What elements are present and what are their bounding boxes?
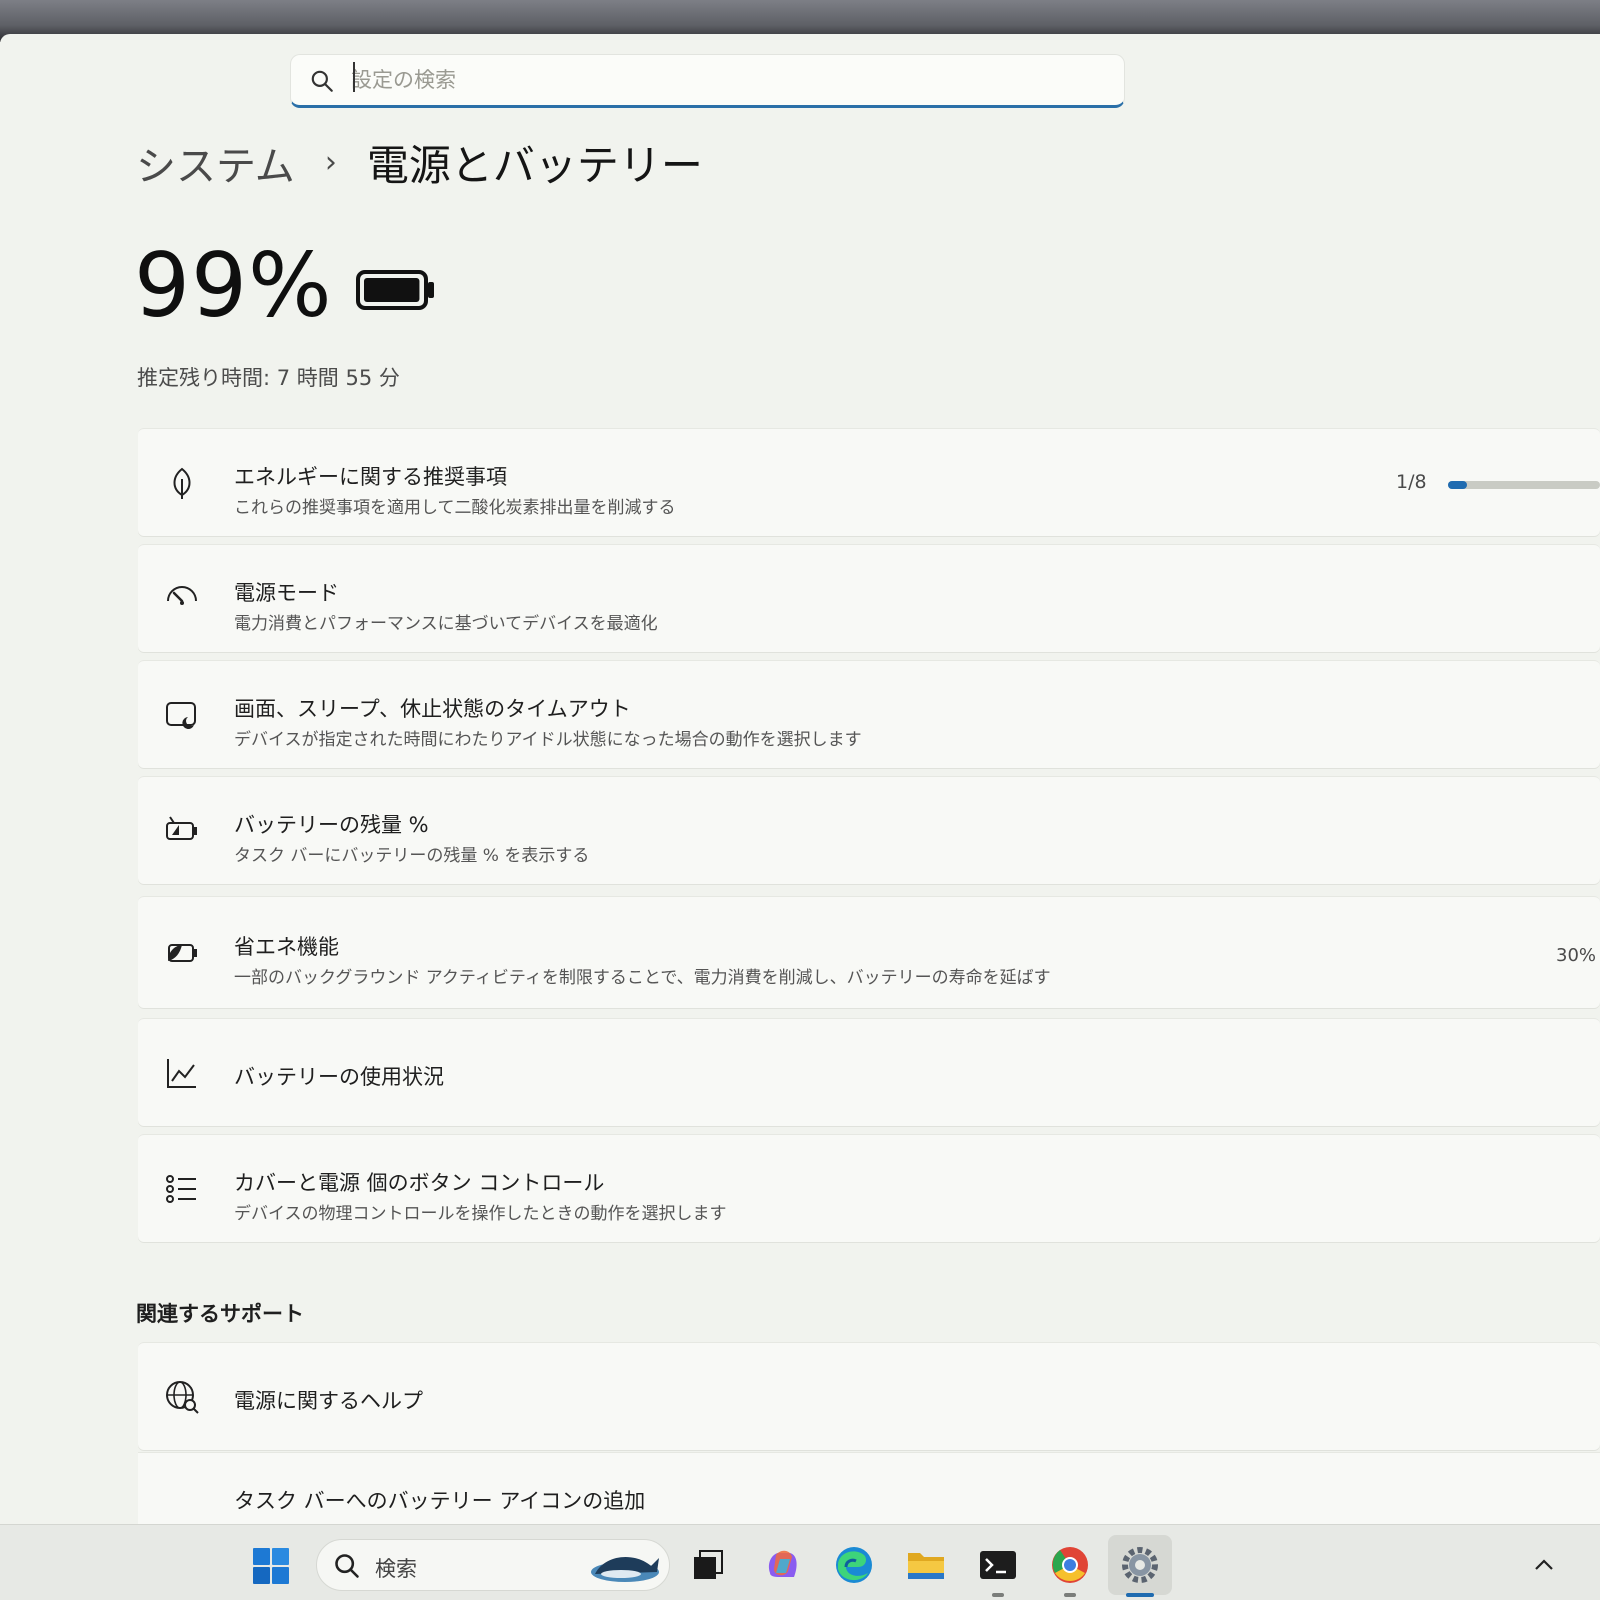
edge-icon[interactable]: [832, 1543, 876, 1587]
recommendation-progress-bar: [1448, 481, 1600, 489]
card-subtitle: 電力消費とパフォーマンスに基づいてデバイスを最適化: [234, 614, 658, 634]
terminal-icon[interactable]: [976, 1543, 1020, 1587]
breadcrumb-separator: ›: [324, 145, 337, 180]
search-input[interactable]: [351, 63, 1091, 97]
card-screen-sleep-timeout[interactable]: 画面、スリープ、休止状態のタイムアウト デバイスが指定された時間にわたりアイドル…: [138, 660, 1600, 768]
card-subtitle: タスク バーにバッテリーの残量 % を表示する: [234, 846, 590, 866]
screen-sleep-icon: [166, 702, 196, 729]
recommendation-count: 1/8: [1396, 471, 1427, 493]
globe-search-icon: [166, 1381, 199, 1414]
chrome-icon[interactable]: [1048, 1543, 1092, 1587]
running-indicator: [992, 1593, 1004, 1597]
list-icon: [166, 1175, 196, 1203]
card-subtitle: デバイスの物理コントロールを操作したときの動作を選択します: [234, 1204, 727, 1224]
card-battery-usage[interactable]: バッテリーの使用状況: [138, 1018, 1600, 1126]
card-title: エネルギーに関する推奨事項: [234, 465, 507, 489]
card-energy-saver[interactable]: 省エネ機能 一部のバックグラウンド アクティビティを制限することで、電力消費を削…: [138, 896, 1600, 1008]
card-battery-percentage[interactable]: バッテリーの残量 % タスク バーにバッテリーの残量 % を表示する: [138, 776, 1600, 884]
file-explorer-icon[interactable]: [904, 1543, 948, 1587]
text-caret: [353, 62, 355, 92]
breadcrumb-system[interactable]: システム: [136, 134, 295, 192]
battery-percent-icon: [166, 816, 197, 840]
estimated-remaining-time: 推定残り時間: 7 時間 55 分: [137, 366, 400, 390]
copilot-icon[interactable]: [760, 1543, 804, 1587]
search-icon: [335, 1554, 359, 1578]
progress-fill: [1448, 481, 1467, 489]
card-title: 省エネ機能: [234, 935, 339, 959]
running-indicator: [1064, 1593, 1076, 1597]
card-subtitle: 一部のバックグラウンド アクティビティを制限することで、電力消費を削減し、バッテ…: [234, 968, 1051, 988]
card-title: 電源に関するヘルプ: [234, 1389, 423, 1413]
related-support-heading: 関連するサポート: [136, 1302, 304, 1326]
taskbar-search[interactable]: 検索: [316, 1539, 670, 1591]
taskbar: 検索: [0, 1524, 1600, 1600]
card-subtitle: デバイスが指定された時間にわたりアイドル状態になった場合の動作を選択します: [234, 730, 862, 750]
active-indicator: [1126, 1593, 1154, 1597]
card-subtitle: これらの推奨事項を適用して二酸化炭素排出量を削減する: [234, 498, 676, 518]
search-icon: [311, 70, 333, 92]
settings-icon[interactable]: [1118, 1543, 1162, 1587]
battery-icon: [356, 270, 434, 310]
card-title: カバーと電源 個のボタン コントロール: [234, 1171, 605, 1195]
card-power-mode[interactable]: 電源モード 電力消費とパフォーマンスに基づいてデバイスを最適化: [138, 544, 1600, 652]
energy-saver-icon: [168, 944, 197, 962]
card-title: バッテリーの残量 %: [234, 813, 429, 837]
battery-percentage: 99%: [134, 234, 333, 337]
page-title: 電源とバッテリー: [366, 141, 703, 190]
settings-search[interactable]: [290, 54, 1125, 108]
card-title: 画面、スリープ、休止状態のタイムアウト: [234, 697, 631, 721]
card-power-help[interactable]: 電源に関するヘルプ: [138, 1342, 1600, 1450]
card-lid-power-buttons[interactable]: カバーと電源 個のボタン コントロール デバイスの物理コントロールを操作したとき…: [138, 1134, 1600, 1242]
task-view-icon[interactable]: [686, 1543, 730, 1587]
battery-icon-taskbar-link[interactable]: タスク バーへのバッテリー アイコンの追加: [234, 1485, 645, 1515]
power-mode-gauge-icon: [167, 586, 197, 605]
chevron-up-icon[interactable]: [1532, 1553, 1556, 1577]
whale-highlight-icon: [591, 1556, 659, 1582]
card-energy-recommendations[interactable]: エネルギーに関する推奨事項 これらの推奨事項を適用して二酸化炭素排出量を削減する…: [138, 428, 1600, 536]
chart-line-icon: [167, 1059, 196, 1088]
energy-saver-threshold: 30%: [1556, 945, 1597, 966]
card-title: 電源モード: [234, 581, 339, 605]
windows-start-icon[interactable]: [252, 1547, 290, 1585]
related-links: タスク バーへのバッテリー アイコンの追加: [138, 1452, 1600, 1524]
breadcrumb: システム › 電源とバッテリー: [136, 132, 703, 193]
card-title: バッテリーの使用状況: [234, 1065, 444, 1089]
leaf-icon: [173, 467, 191, 499]
taskbar-search-label: 検索: [375, 1557, 417, 1581]
